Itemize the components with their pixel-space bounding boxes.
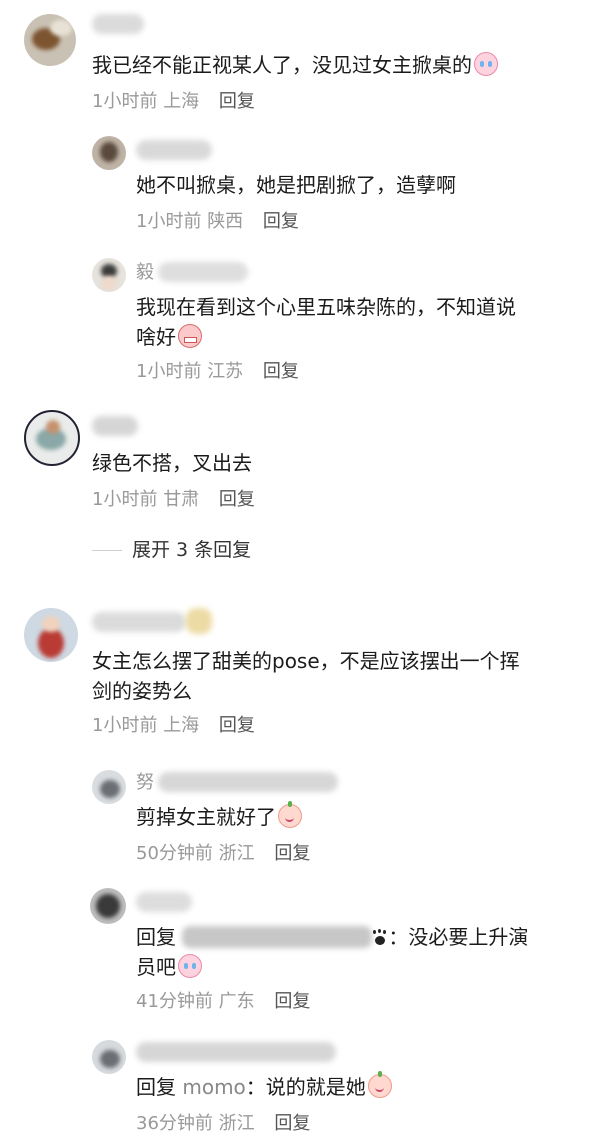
comment-meta: 36分钟前 浙江 回复 [136, 1112, 310, 1136]
username[interactable]: 毅 [136, 258, 154, 288]
username-blurred[interactable] [136, 1042, 336, 1062]
comment-location: 浙江 [218, 843, 255, 864]
grimace-emoji [178, 324, 202, 348]
comment-2: 绿色不搭，叉出去 1小时前 甘肃 回复 展开 3 条回复 [0, 404, 600, 564]
username-blurred[interactable] [136, 140, 212, 160]
mention-username-blurred[interactable] [182, 926, 373, 948]
comment-location: 广东 [218, 991, 255, 1012]
reply-button[interactable]: 回复 [263, 211, 299, 232]
crying-face-emoji [178, 954, 202, 978]
comment-text: 剪掉女主就好了 [136, 801, 576, 832]
expand-replies-button[interactable]: 展开 3 条回复 [132, 537, 251, 563]
avatar[interactable] [24, 410, 80, 466]
reply-button[interactable]: 回复 [219, 489, 255, 510]
comment-meta: 1小时前 上海 回复 [92, 90, 255, 114]
username-blurred[interactable] [92, 612, 186, 632]
comment-location: 浙江 [218, 1113, 255, 1134]
avatar[interactable] [92, 770, 126, 804]
expand-divider [92, 550, 122, 551]
comment-location: 甘肃 [163, 489, 200, 510]
reply-button[interactable]: 回复 [263, 361, 299, 382]
comment-text: 回复 ：没必要上升演 员吧 [136, 925, 529, 979]
mention-username[interactable]: momo [182, 1075, 245, 1099]
username-blurred[interactable] [158, 262, 248, 282]
reply-comment-2: 毅 我现在看到这个心里五味杂陈的，不知道说 啥好 1小时前 江苏 回复 [0, 252, 600, 392]
avatar[interactable] [92, 1040, 126, 1074]
comment-location: 江苏 [207, 361, 244, 382]
comment-time: 1小时前 [92, 489, 158, 510]
reply-comment-1: 她不叫掀桌，她是把剧掀了，造孽啊 1小时前 陕西 回复 [0, 130, 600, 240]
reply-button[interactable]: 回复 [274, 1113, 310, 1134]
crying-face-emoji [474, 52, 498, 76]
reply-button[interactable]: 回复 [219, 715, 255, 736]
comment-location: 陕西 [207, 211, 244, 232]
username-blurred[interactable] [92, 14, 144, 34]
avatar[interactable] [24, 608, 78, 662]
comment-time: 41分钟前 [136, 991, 213, 1012]
comment-text: 绿色不搭，叉出去 [92, 451, 252, 475]
reply-prefix: 回复 [136, 1075, 176, 1099]
avatar[interactable] [90, 888, 126, 924]
comment-text: 回复 momo：说的就是她 [136, 1071, 576, 1102]
username-badge-blurred [186, 608, 212, 634]
paw-icon [372, 930, 388, 946]
comment-text: 我已经不能正视某人了，没见过女主掀桌的 [92, 50, 572, 80]
comment-text: 她不叫掀桌，她是把剧掀了，造孽啊 [136, 173, 456, 197]
comment-location: 上海 [163, 715, 200, 736]
comment-1: 我已经不能正视某人了，没见过女主掀桌的 1小时前 上海 回复 [0, 0, 600, 120]
reply-button[interactable]: 回复 [274, 843, 310, 864]
reply-comment-3: 努 剪掉女主就好了 50分钟前 浙江 回复 [0, 766, 600, 876]
smile-emoji [278, 801, 302, 828]
comment-time: 1小时前 [92, 715, 158, 736]
comment-text: 我现在看到这个心里五味杂陈的，不知道说 啥好 [136, 295, 516, 349]
reply-button[interactable]: 回复 [274, 991, 310, 1012]
username-blurred[interactable] [92, 416, 138, 436]
reply-prefix: 回复 [136, 925, 176, 949]
reply-comment-5: 回复 momo：说的就是她 36分钟前 浙江 回复 [0, 1036, 600, 1144]
comment-meta: 41分钟前 广东 回复 [136, 990, 310, 1014]
comment-meta: 1小时前 上海 回复 [92, 714, 255, 738]
comment-3: 女主怎么摆了甜美的pose，不是应该摆出一个挥 剑的姿势么 1小时前 上海 回复 [0, 604, 600, 744]
avatar[interactable] [92, 136, 126, 170]
comment-location: 上海 [163, 91, 200, 112]
comment-meta: 1小时前 陕西 回复 [136, 210, 299, 234]
comment-time: 1小时前 [136, 361, 202, 382]
comment-meta: 50分钟前 浙江 回复 [136, 842, 310, 866]
reply-comment-4: 回复 ：没必要上升演 员吧 41分钟前 广东 回复 [0, 886, 600, 1026]
comment-meta: 1小时前 江苏 回复 [136, 360, 299, 384]
comment-time: 36分钟前 [136, 1113, 213, 1134]
username-blurred[interactable] [158, 772, 338, 792]
username[interactable]: 努 [136, 768, 154, 798]
avatar[interactable] [24, 14, 76, 66]
smile-emoji [367, 1071, 392, 1098]
avatar[interactable] [92, 258, 126, 292]
comment-time: 1小时前 [92, 91, 158, 112]
reply-button[interactable]: 回复 [219, 91, 255, 112]
comment-meta: 1小时前 甘肃 回复 [92, 488, 255, 512]
comment-text: 女主怎么摆了甜美的pose，不是应该摆出一个挥 剑的姿势么 [92, 649, 520, 703]
comment-time: 50分钟前 [136, 843, 213, 864]
comment-time: 1小时前 [136, 211, 202, 232]
username-blurred[interactable] [136, 892, 192, 912]
